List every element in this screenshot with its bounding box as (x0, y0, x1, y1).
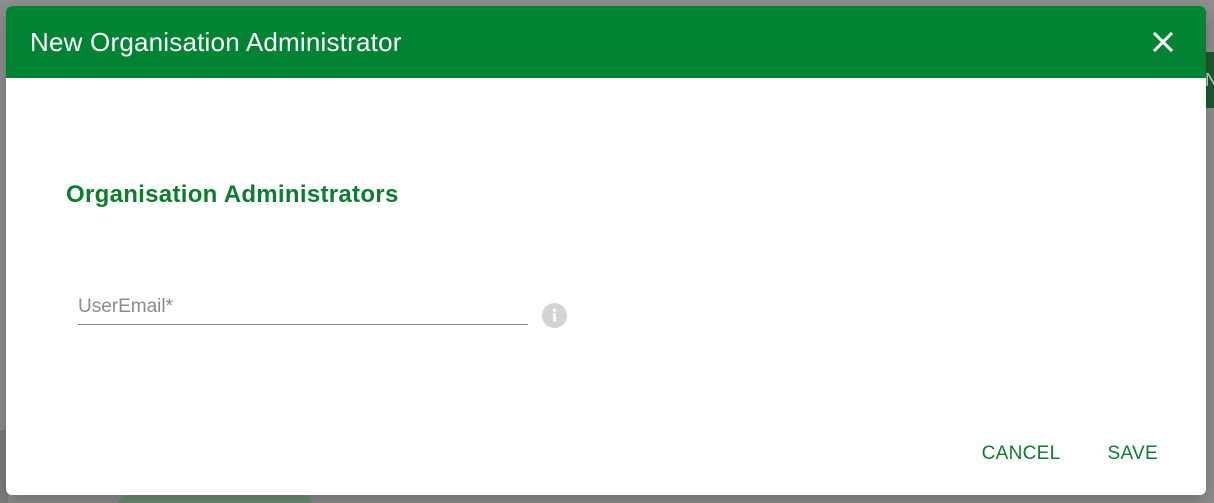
user-email-field[interactable]: UserEmail* (78, 292, 532, 325)
close-icon (1152, 31, 1174, 53)
new-admin-dialog: New Organisation Administrator Organisat… (6, 6, 1206, 495)
close-button[interactable] (1143, 22, 1183, 62)
user-email-input[interactable] (78, 292, 532, 324)
save-button[interactable]: SAVE (1108, 443, 1158, 465)
background-button (118, 495, 313, 503)
cancel-button[interactable]: CANCEL (982, 443, 1061, 465)
dialog-title: New Organisation Administrator (30, 26, 402, 57)
dialog-actions: CANCEL SAVE (982, 443, 1158, 465)
section-title: Organisation Administrators (66, 181, 399, 208)
dialog-header: New Organisation Administrator (6, 6, 1206, 78)
info-icon[interactable] (542, 303, 567, 328)
